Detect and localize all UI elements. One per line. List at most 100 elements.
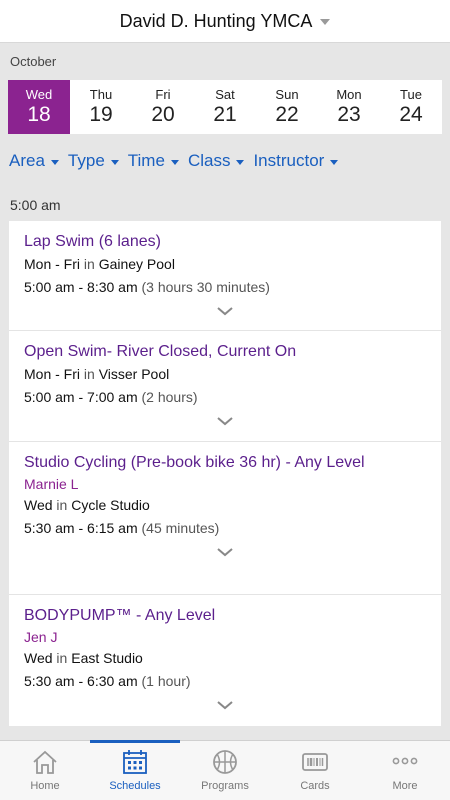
class-days: Mon - Fri [24,366,80,382]
class-time-line: 5:30 am - 6:15 am (45 minutes) [24,517,426,540]
day-fri[interactable]: Fri 20 [132,80,194,134]
class-name: Lap Swim (6 lanes) [24,233,161,250]
day-strip: Wed 18 Thu 19 Fri 20 Sat 21 Sun 22 Mon 2… [8,80,442,134]
chevron-down-icon [110,159,119,165]
class-location-line: Wed in East Studio [24,647,426,670]
class-card[interactable]: Lap Swim (6 lanes) Mon - Fri in Gainey P… [9,221,441,331]
class-duration: (3 hours 30 minutes) [137,279,270,295]
day-thu[interactable]: Thu 19 [70,80,132,134]
filter-label: Time [127,151,165,170]
in-text: in [52,650,72,666]
location-selector[interactable]: David D. Hunting YMCA [0,0,450,43]
day-name: Wed [25,86,53,102]
chevron-down-icon [170,159,179,165]
filter-time[interactable]: Time [128,151,179,171]
class-name: Open Swim- River Closed, Current On [24,343,297,360]
filter-bar: Area Type Time Class Instructor [9,151,347,171]
class-duration: (2 hours) [137,389,198,405]
class-location-line: Wed in Cycle Studio [24,494,426,517]
filter-label: Instructor [253,151,325,170]
tab-home[interactable]: Home [0,741,90,800]
home-icon [33,750,57,774]
class-duration: (1 hour) [137,673,191,689]
tab-label: Cards [300,780,330,792]
tab-label: Schedules [109,780,161,792]
filter-label: Area [9,151,45,170]
class-time: 5:30 am - 6:30 am [24,673,138,689]
barcode-card-icon [302,753,328,771]
class-location: Cycle Studio [71,497,150,513]
class-days: Wed [24,650,53,666]
time-section-header: 5:00 am [10,197,61,213]
class-card[interactable]: Studio Cycling (Pre-book bike 36 hr) - A… [9,442,441,595]
class-name: BODYPUMP™ - Any Level [24,607,216,624]
chevron-down-icon [320,19,331,25]
tab-schedules[interactable]: Schedules [90,740,180,800]
day-name: Sat [215,86,235,102]
day-name: Fri [155,86,171,102]
month-label: October [10,54,57,69]
chevron-down-icon [330,159,339,165]
filter-area[interactable]: Area [9,151,59,171]
class-instructor: Marnie L [24,476,79,492]
day-number: 19 [89,102,113,126]
class-days: Wed [24,497,53,513]
filter-label: Type [67,151,105,170]
tab-cards[interactable]: Cards [270,741,360,800]
day-wed[interactable]: Wed 18 [8,80,70,134]
expand-chevron-icon[interactable] [216,699,234,711]
bottom-tab-bar: Home Schedules Programs Cards More [0,740,450,800]
day-mon[interactable]: Mon 23 [318,80,380,134]
in-text: in [80,366,99,382]
class-time: 5:30 am - 6:15 am [24,520,138,536]
filter-class[interactable]: Class [188,151,245,171]
class-location-line: Mon - Fri in Gainey Pool [24,253,426,276]
basketball-icon [213,750,237,774]
day-number: 23 [337,102,361,126]
expand-chevron-icon[interactable] [216,415,234,427]
class-time-line: 5:30 am - 6:30 am (1 hour) [24,670,426,693]
day-sat[interactable]: Sat 21 [194,80,256,134]
filter-type[interactable]: Type [68,151,119,171]
class-time-line: 5:00 am - 7:00 am (2 hours) [24,386,426,409]
tab-label: Programs [201,780,249,792]
day-number: 22 [275,102,299,126]
class-list: Lap Swim (6 lanes) Mon - Fri in Gainey P… [9,221,441,726]
day-number: 21 [213,102,237,126]
day-number: 18 [27,102,51,126]
class-card[interactable]: BODYPUMP™ - Any Level Jen J Wed in East … [9,595,441,726]
filter-instructor[interactable]: Instructor [253,151,339,171]
expand-chevron-icon[interactable] [216,546,234,558]
tab-programs[interactable]: Programs [180,741,270,800]
class-time: 5:00 am - 7:00 am [24,389,138,405]
day-name: Sun [275,86,299,102]
day-tue[interactable]: Tue 24 [380,80,442,134]
class-card[interactable]: Open Swim- River Closed, Current On Mon … [9,331,441,442]
in-text: in [52,497,72,513]
class-time: 5:00 am - 8:30 am [24,279,138,295]
location-title: David D. Hunting YMCA [119,10,313,31]
class-days: Mon - Fri [24,256,80,272]
tab-more[interactable]: More [360,741,450,800]
tab-label: Home [30,780,60,792]
calendar-icon [123,750,147,774]
day-number: 20 [151,102,175,126]
tab-label: More [392,780,418,792]
day-name: Thu [89,86,113,102]
day-number: 24 [399,102,423,126]
more-dots-icon [392,757,418,765]
day-name: Tue [400,86,422,102]
day-name: Mon [336,86,362,102]
in-text: in [80,256,99,272]
chevron-down-icon [236,159,245,165]
day-sun[interactable]: Sun 22 [256,80,318,134]
class-location: Visser Pool [98,366,170,382]
class-location: East Studio [71,650,143,666]
class-instructor: Jen J [24,629,58,645]
filter-label: Class [187,151,231,170]
class-location: Gainey Pool [98,256,175,272]
chevron-down-icon [50,159,59,165]
class-location-line: Mon - Fri in Visser Pool [24,363,426,386]
class-time-line: 5:00 am - 8:30 am (3 hours 30 minutes) [24,276,426,299]
expand-chevron-icon[interactable] [216,305,234,317]
